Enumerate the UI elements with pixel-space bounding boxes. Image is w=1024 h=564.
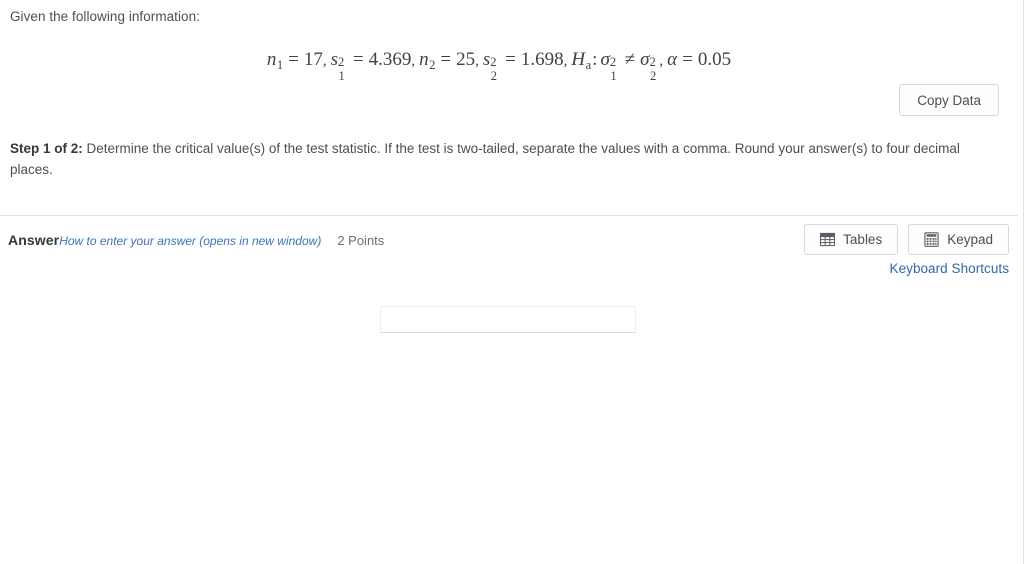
alt-hypothesis-symbol: H bbox=[571, 49, 586, 70]
tables-button[interactable]: Tables bbox=[804, 224, 899, 255]
answer-label-group: Answer How to enter your answer (opens in… bbox=[8, 232, 384, 248]
copy-data-button[interactable]: Copy Data bbox=[899, 84, 999, 116]
equals-1: = bbox=[288, 49, 299, 70]
keypad-button-label: Keypad bbox=[947, 232, 993, 247]
question-page: Given the following information: n1 = 17, s… bbox=[0, 0, 1024, 564]
tables-button-label: Tables bbox=[843, 232, 883, 247]
answer-input-field[interactable] bbox=[380, 306, 636, 333]
math-expression: n1 = 17, s 1 2 = 4.369, n2 = 25, s 2 2 = 1.698, Ha: σ 1 2 ≠ σ… bbox=[266, 49, 732, 82]
s1-value: 4.369 bbox=[368, 49, 412, 70]
equals-3: = bbox=[440, 49, 452, 70]
sigma2-subscript: 2 bbox=[650, 69, 657, 84]
step-description: Determine the critical value(s) of the t… bbox=[10, 141, 960, 177]
equals-4: = bbox=[505, 49, 516, 70]
equals-5: = bbox=[682, 49, 693, 70]
sigma2-superscript: 2 bbox=[649, 54, 656, 69]
keypad-button[interactable]: Keypad bbox=[908, 224, 1009, 255]
s2-superscript: 2 bbox=[490, 54, 497, 69]
keyboard-shortcuts-link[interactable]: Keyboard Shortcuts bbox=[804, 261, 1009, 276]
question-area: Given the following information: n1 = 17, s… bbox=[0, 0, 1018, 82]
comma-5: , bbox=[659, 53, 664, 69]
answer-bar: Answer How to enter your answer (opens in… bbox=[0, 216, 1018, 280]
n1-symbol: n bbox=[266, 49, 277, 70]
given-information-text: Given the following information: bbox=[10, 9, 200, 24]
sigma1-superscript: 2 bbox=[609, 54, 617, 69]
copy-data-container: Copy Data bbox=[899, 84, 999, 116]
s2-subscript: 2 bbox=[490, 69, 498, 84]
how-to-enter-answer-link[interactable]: How to enter your answer (opens in new w… bbox=[59, 234, 321, 248]
alpha-symbol: α bbox=[667, 49, 678, 70]
step-label: Step 1 of 2: bbox=[10, 141, 83, 156]
sigma1-subscript: 1 bbox=[610, 69, 617, 84]
formula-container: n1 = 17, s 1 2 = 4.369, n2 = 25, s 2 2 = 1.698, Ha: σ 1 2 ≠ σ… bbox=[10, 49, 1008, 82]
comma-1: , bbox=[322, 53, 327, 69]
answer-heading: Answer bbox=[8, 232, 60, 248]
equals-2: = bbox=[352, 49, 364, 70]
points-label: 2 Points bbox=[337, 233, 385, 248]
answer-tools-group: Tables Keypad Keyboard Shortcuts bbox=[804, 224, 1009, 276]
n1-value: 17 bbox=[303, 49, 323, 70]
n2-value: 25 bbox=[456, 49, 476, 70]
table-grid-icon bbox=[820, 232, 836, 247]
step-instructions: Step 1 of 2: Determine the critical valu… bbox=[10, 139, 985, 180]
comma-2: , bbox=[411, 53, 416, 69]
sigma2-symbol: σ bbox=[640, 49, 650, 70]
calculator-icon bbox=[924, 232, 939, 247]
comma-3: , bbox=[475, 53, 479, 69]
sigma1-symbol: σ bbox=[600, 49, 610, 70]
s2-symbol: s bbox=[482, 49, 491, 70]
n2-symbol: n bbox=[419, 49, 429, 70]
s1-subscript: 1 bbox=[338, 69, 345, 84]
s1-superscript: 2 bbox=[338, 54, 345, 69]
s1-symbol: s bbox=[330, 49, 339, 70]
not-equal-operator: ≠ bbox=[624, 49, 636, 70]
tool-buttons: Tables Keypad bbox=[804, 224, 1009, 255]
s2-value: 1.698 bbox=[520, 49, 564, 70]
alpha-value: 0.05 bbox=[697, 49, 732, 70]
